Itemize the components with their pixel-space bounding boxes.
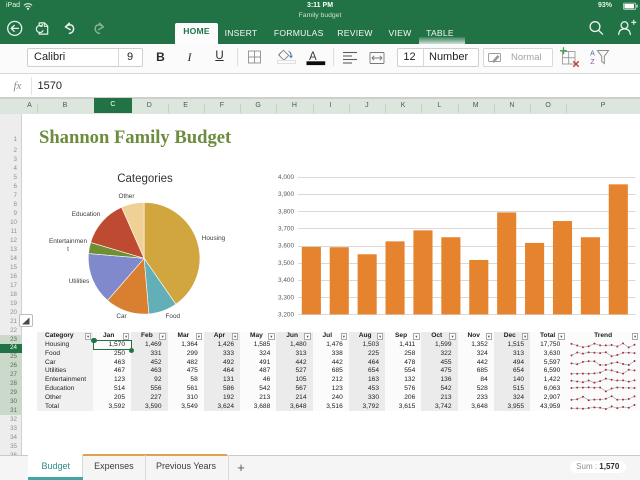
svg-text:4,000: 4,000 [278,174,294,181]
svg-text:A: A [590,51,595,58]
svg-text:3,800: 3,800 [278,208,294,215]
svg-text:3,500: 3,500 [278,260,294,267]
svg-text:3,400: 3,400 [278,277,294,284]
svg-text:3,700: 3,700 [278,225,294,232]
svg-text:3,200: 3,200 [278,312,294,319]
svg-text:3,600: 3,600 [278,243,294,250]
svg-text:Z: Z [590,59,595,66]
svg-text:A: A [309,51,317,63]
svg-text:3,900: 3,900 [278,191,294,198]
svg-text:3,300: 3,300 [278,294,294,301]
